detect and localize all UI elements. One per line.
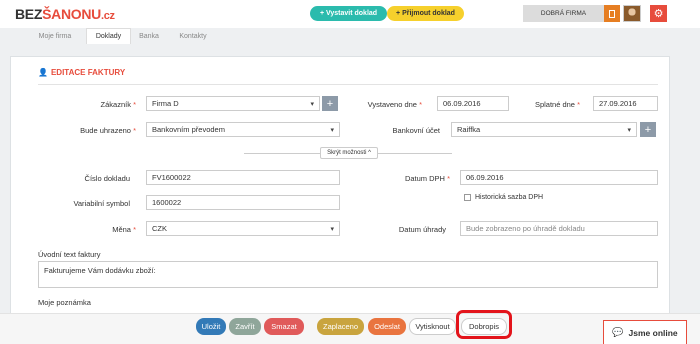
payment-method-select[interactable]: Bankovním převodem [146, 122, 340, 137]
customer-select[interactable]: Firma D [146, 96, 320, 111]
doc-number-label: Číslo dokladu [84, 174, 130, 183]
panel-title: 👤 EDITACE FAKTURY [38, 68, 126, 77]
title-divider [38, 84, 658, 85]
tab-documents[interactable]: Doklady [86, 28, 131, 44]
print-button[interactable]: Vytisknout [409, 318, 456, 335]
hide-options-toggle[interactable]: Skrýt možnosti ^ [320, 147, 378, 159]
due-date-label: Splatné dne * [534, 100, 580, 109]
receive-document-button[interactable]: + Přijmout doklad [387, 6, 464, 21]
tab-my-company[interactable]: Moje firma [29, 28, 81, 44]
bank-account-label: Bankovní účet [392, 126, 440, 135]
variable-symbol-label: Variabilní symbol [73, 199, 130, 208]
paid-button[interactable]: Zaplaceno [317, 318, 364, 335]
payment-method-label: Bude uhrazeno * [80, 126, 136, 135]
vat-date-input[interactable]: 06.09.2016 [460, 170, 658, 185]
document-icon[interactable] [604, 5, 620, 22]
credit-note-highlight [456, 310, 512, 339]
note-label: Moje poznámka [38, 298, 91, 307]
vat-date-label: Datum DPH * [404, 174, 450, 183]
currency-select[interactable]: CZK [146, 221, 340, 236]
intro-text-label: Úvodní text faktury [38, 250, 101, 259]
bank-account-select[interactable]: Raiffka [451, 122, 637, 137]
issued-date-label: Vystaveno dne * [367, 100, 422, 109]
top-bar: BEZŠANONU.cz + Vystavit doklad + Přijmou… [0, 0, 700, 28]
tab-contacts[interactable]: Kontakty [170, 28, 216, 44]
intro-text-area[interactable]: Fakturujeme Vám dodávku zboží: [38, 261, 658, 288]
doc-number-input[interactable]: FV1600022 [146, 170, 340, 185]
logo[interactable]: BEZŠANONU.cz [15, 6, 115, 22]
chat-online-button[interactable]: 💬 Jsme online [603, 320, 687, 344]
currency-label: Měna * [112, 225, 136, 234]
save-button[interactable]: Uložit [196, 318, 226, 335]
close-button[interactable]: Zavřít [229, 318, 261, 335]
historic-vat-checkbox[interactable]: Historická sazba DPH [464, 194, 543, 201]
delete-button[interactable]: Smazat [264, 318, 304, 335]
payment-date-label: Datum úhrady [398, 225, 446, 234]
avatar[interactable] [623, 5, 641, 22]
send-button[interactable]: Odeslat [368, 318, 406, 335]
issued-date-input[interactable]: 06.09.2016 [437, 96, 509, 111]
payment-date-input[interactable]: Bude zobrazeno po úhradě dokladu [460, 221, 658, 236]
user-icon: 👤 [38, 68, 48, 77]
add-bank-account-button[interactable]: + [640, 122, 656, 137]
company-selector[interactable]: DOBRÁ FIRMA [523, 5, 604, 22]
main-tabs: Moje firma Doklady Banka Kontakty [0, 28, 700, 44]
create-document-button[interactable]: + Vystavit doklad [310, 6, 387, 21]
variable-symbol-input[interactable]: 1600022 [146, 195, 340, 210]
chat-icon: 💬 [612, 327, 624, 337]
due-date-input[interactable]: 27.09.2016 [593, 96, 658, 111]
tab-bank[interactable]: Banka [133, 28, 165, 44]
gear-icon[interactable]: ⚙ [650, 5, 667, 22]
customer-label: Zákazník * [100, 100, 136, 109]
